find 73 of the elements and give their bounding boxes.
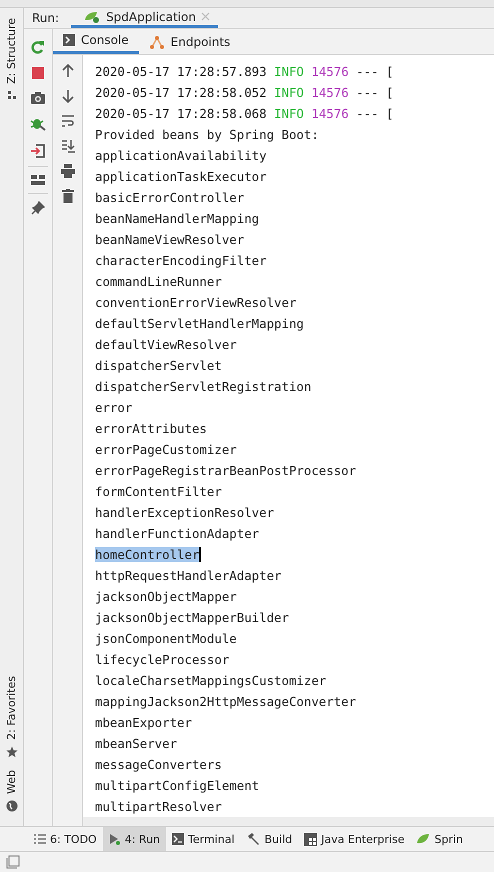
wrap-icon[interactable] [60, 114, 74, 128]
tool-window-tab[interactable]: Sprin [410, 827, 469, 851]
bug-icon[interactable] [30, 116, 46, 132]
bean-name: defaultViewResolver [95, 337, 237, 352]
bean-name: mbeanExporter [95, 715, 192, 730]
stop-icon[interactable] [31, 66, 45, 80]
bean-name: jsonComponentModule [95, 631, 237, 646]
globe-icon [6, 800, 18, 812]
bean-name: localeCharsetMappingsCustomizer [95, 673, 326, 688]
bean-name: dispatcherServlet [95, 358, 222, 373]
bean-name: messageConverters [95, 757, 222, 772]
bean-name: commandLineRunner [95, 274, 222, 289]
bean-name: Provided beans by Spring Boot: [95, 127, 319, 142]
structure-tab[interactable]: Z: Structure [5, 14, 18, 108]
exit-icon[interactable] [30, 143, 46, 159]
log-line: 2020-05-17 17:28:58.068 INFO 14576 --- [ [95, 106, 394, 121]
tool-window-tab[interactable]: 6: TODO [28, 827, 103, 851]
log-line: 2020-05-17 17:28:57.893 INFO 14576 --- [ [95, 64, 394, 79]
bean-name: homeController [95, 547, 202, 562]
bean-name: jacksonObjectMapperBuilder [95, 610, 289, 625]
bean-name: applicationAvailability [95, 148, 267, 163]
hammer-icon [246, 832, 261, 846]
bean-name: defaultServletHandlerMapping [95, 316, 304, 331]
bean-name: dispatcherServletRegistration [95, 379, 312, 394]
bean-name: beanNameViewResolver [95, 232, 244, 247]
endpoints-icon [148, 34, 165, 48]
log-line: 2020-05-17 17:28:58.052 INFO 14576 --- [ [95, 85, 394, 100]
list-icon [34, 834, 46, 844]
bean-name: formContentFilter [95, 484, 222, 499]
bean-name: multipartConfigElement [95, 778, 260, 793]
trash-icon[interactable] [62, 189, 74, 203]
console-icon [63, 34, 75, 46]
side-tab[interactable]: 2: Favorites [5, 672, 18, 766]
tool-window-tab[interactable]: Terminal [166, 827, 241, 851]
bean-name: errorPageCustomizer [95, 442, 237, 457]
scroll-to-end-icon[interactable] [60, 139, 74, 153]
leaf-icon [416, 833, 430, 845]
bean-name: handlerExceptionResolver [95, 505, 274, 520]
structure-icon [6, 90, 16, 100]
bean-name: basicErrorController [95, 190, 244, 205]
console-tab[interactable]: Endpoints [138, 29, 240, 54]
bean-name: applicationTaskExecutor [95, 169, 267, 184]
bean-name: multipartResolver [95, 799, 222, 814]
bean-name: conventionErrorViewResolver [95, 295, 296, 310]
bean-name: errorPageRegistrarBeanPostProcessor [95, 463, 356, 478]
bean-name: handlerFunctionAdapter [95, 526, 260, 541]
down-arrow-icon[interactable] [62, 89, 74, 103]
up-arrow-icon[interactable] [62, 64, 74, 78]
bean-name: errorAttributes [95, 421, 207, 436]
bean-name: beanNameHandlerMapping [95, 211, 260, 226]
bean-name: characterEncodingFilter [95, 253, 267, 268]
panel-toggle-icon[interactable] [6, 855, 20, 869]
print-icon[interactable] [60, 164, 74, 178]
side-tab[interactable]: Web [5, 766, 18, 820]
camera-icon[interactable] [30, 91, 46, 105]
terminal-icon [172, 833, 184, 845]
tool-window-tab[interactable]: Build [240, 827, 298, 851]
spring-boot-icon [83, 10, 102, 24]
bean-name: httpRequestHandlerAdapter [95, 568, 282, 583]
pin-icon[interactable] [31, 201, 45, 215]
rerun-icon[interactable] [30, 39, 46, 55]
bean-name: mbeanServer [95, 736, 178, 751]
bean-name: jacksonObjectMapper [95, 589, 237, 604]
run-label: Run: [31, 10, 60, 27]
table-icon [304, 832, 318, 846]
run-icon [108, 833, 121, 845]
star-icon [6, 746, 18, 758]
tool-window-tab[interactable]: Java Enterprise [298, 827, 410, 851]
bean-name: lifecycleProcessor [95, 652, 230, 667]
layout-icon[interactable] [30, 174, 46, 186]
bean-name: mappingJackson2HttpMessageConverter [95, 694, 356, 709]
tool-window-tab[interactable]: 4: Run [102, 827, 166, 851]
bean-name: error [95, 400, 132, 415]
